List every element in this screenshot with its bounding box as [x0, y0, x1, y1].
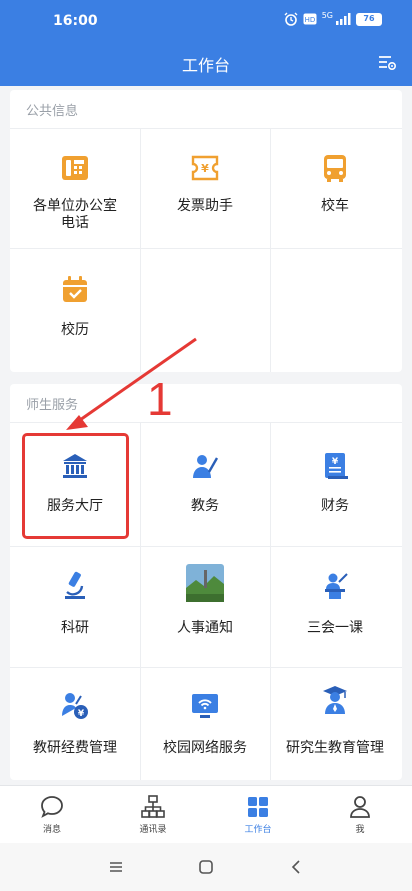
tile-label: 科研 [61, 620, 89, 636]
tile-label: 校历 [61, 322, 89, 338]
tile-label: 校车 [321, 198, 349, 214]
alarm-icon [284, 12, 298, 26]
teacher-icon [193, 455, 219, 478]
tile-label: 教务 [191, 498, 219, 514]
tile-label: 三会一课 [307, 620, 363, 636]
bottom-tab-bar: 消息 通讯录 工作台 我 [0, 785, 412, 843]
landscape-photo-icon [186, 564, 224, 602]
tile-school-bus[interactable]: 校车 [270, 152, 400, 248]
page-title: 工作台 [181, 56, 230, 75]
tile-school-calendar[interactable]: 校历 [10, 274, 140, 370]
network-label: 5G [321, 10, 333, 20]
annotation-number: 1 [147, 373, 173, 425]
bus-icon [324, 155, 346, 182]
list-settings-icon[interactable] [376, 52, 398, 74]
public-info-section: 公共信息 各单位办公室 电话 ¥ 发票助手 校车 校历 [10, 90, 402, 372]
org-chart-icon [141, 795, 165, 818]
tile-label: 财务 [321, 498, 349, 514]
status-bar: 16:00 HD 5G 76 [0, 0, 412, 42]
tab-me[interactable]: 我 [320, 794, 400, 835]
svg-text:¥: ¥ [78, 709, 85, 719]
tab-label: 我 [355, 825, 365, 835]
system-nav-bar [0, 843, 412, 891]
battery-icon: 76 [356, 12, 382, 26]
tile-research[interactable]: 科研 [10, 570, 140, 650]
invoice-ticket-icon: ¥ [191, 155, 219, 181]
tile-graduate-education[interactable]: 研究生教育管理 [270, 684, 400, 774]
tile-hr-notice[interactable]: 人事通知 [140, 564, 270, 650]
tab-workbench[interactable]: 工作台 [218, 794, 298, 835]
lecture-podium-icon [325, 573, 348, 599]
tile-office-phones[interactable]: 各单位办公室 电话 [10, 152, 140, 248]
tab-contacts[interactable]: 通讯录 [113, 794, 193, 835]
highlight-box [22, 433, 129, 539]
wifi-monitor-icon [192, 694, 218, 718]
svg-text:HD: HD [304, 16, 315, 24]
phone-book-icon [62, 156, 88, 180]
tile-label: 人事通知 [177, 620, 233, 636]
section-title-public-info: 公共信息 [26, 104, 79, 119]
tab-messages[interactable]: 消息 [12, 794, 92, 835]
home-icon[interactable] [197, 858, 215, 876]
tab-label: 工作台 [244, 825, 272, 835]
tile-invoice-helper[interactable]: ¥ 发票助手 [140, 152, 270, 248]
finance-document-icon: ¥ [325, 453, 348, 479]
tile-research-funds[interactable]: ¥ 教研经费管理 [10, 690, 140, 770]
status-time: 16:00 [53, 13, 98, 29]
status-icons: HD 5G 76 [284, 10, 382, 26]
svg-text:¥: ¥ [201, 162, 209, 175]
tile-label: 研究生教育管理 [286, 740, 384, 756]
grid-icon [248, 797, 268, 817]
tile-finance[interactable]: ¥ 财务 [270, 450, 400, 530]
hd-icon: HD [303, 13, 317, 25]
tile-campus-network[interactable]: 校园网络服务 [140, 690, 270, 770]
signal-icon [336, 13, 351, 25]
tile-three-meetings[interactable]: 三会一课 [270, 570, 400, 650]
back-icon[interactable] [288, 858, 306, 876]
person-icon [350, 796, 370, 818]
section-title-services: 师生服务 [26, 398, 79, 413]
tile-label: 各单位办公室 电话 [33, 198, 117, 231]
tab-label: 通讯录 [139, 825, 167, 835]
tile-label: 校园网络服务 [163, 740, 247, 756]
graduate-icon [323, 686, 347, 714]
tile-academic-affairs[interactable]: 教务 [140, 450, 270, 530]
menu-icon[interactable] [107, 858, 125, 876]
top-app-bar: 16:00 HD 5G 76 工作台 [0, 0, 412, 86]
svg-text:¥: ¥ [332, 457, 339, 467]
chat-bubble-icon [41, 796, 63, 818]
tile-label: 发票助手 [177, 198, 233, 214]
research-fund-icon: ¥ [62, 693, 88, 719]
tile-label: 教研经费管理 [33, 740, 117, 756]
tab-label: 消息 [42, 825, 61, 835]
calendar-icon [63, 276, 87, 302]
microscope-icon [65, 571, 85, 599]
